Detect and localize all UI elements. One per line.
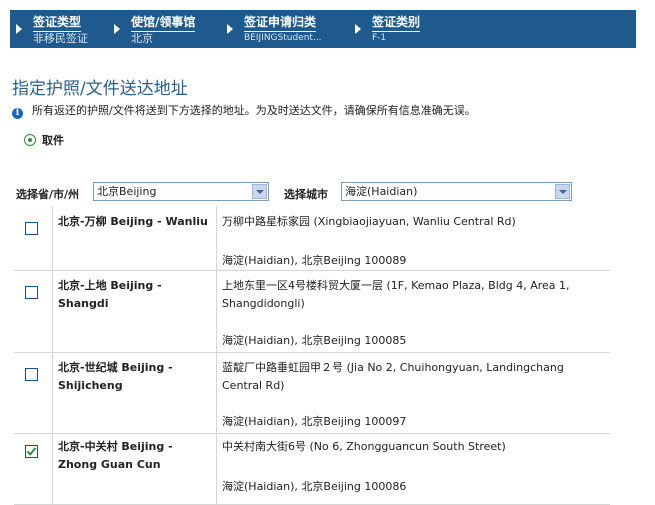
chevron-down-icon[interactable] [252,184,267,199]
location-city: 海淀(Haidian), 北京Beijing 100089 [222,254,407,267]
arrow-icon [355,24,361,34]
info-message: i 所有返还的护照/文件将送到下方选择的地址。为及时送达文件，请确保所有信息准确无… [12,102,476,119]
pickup-radio[interactable] [24,134,36,146]
location-row: 北京-万柳 Beijing - Wanliu 万柳中路星标家园 (Xingbia… [14,206,610,271]
province-select[interactable]: 北京Beijing [93,182,269,201]
location-row: 北京-中关村 Beijing - Zhong Guan Cun 中关村南大街6号… [14,434,610,505]
location-city: 海淀(Haidian), 北京Beijing 100086 [222,480,407,493]
step-title: 签证类别 [372,13,421,32]
pickup-option[interactable]: 取件 [24,132,64,148]
location-address: 蓝靛厂中路垂虹园甲２号 (Jia No 2, Chuihongyuan, Lan… [222,361,564,392]
location-checkbox[interactable] [25,368,38,381]
location-row: 北京-上地 Beijing - Shangdi 上地东里一区4号楼科贸大厦一层 … [14,271,610,353]
location-address: 万柳中路星标家园 (Xingbiaojiayuan, Wanliu Centra… [222,215,516,228]
location-checkbox[interactable] [25,286,38,299]
step-title: 签证申请归类 [244,13,317,32]
arrow-icon [16,24,22,34]
pickup-label: 取件 [42,134,64,147]
step-value: BEIJINGStudent... [244,33,322,43]
step-value: 非移民签证 [33,32,88,45]
location-name: 北京-世纪城 Beijing - Shijicheng [58,361,173,392]
page-title: 指定护照/文件送达地址 [12,79,188,99]
chevron-down-icon[interactable] [555,184,570,199]
city-label: 选择城市 [284,188,328,201]
location-address: 中关村南大街6号 (No 6, Zhongguancun South Stree… [222,440,506,453]
info-icon: i [12,108,23,119]
location-checkbox[interactable] [25,222,38,235]
location-name: 北京-中关村 Beijing - Zhong Guan Cun [58,440,173,471]
province-label: 选择省/市/州 [16,188,80,201]
location-name: 北京-万柳 Beijing - Wanliu [58,215,208,228]
location-city: 海淀(Haidian), 北京Beijing 100085 [222,334,407,347]
city-select[interactable]: 海淀(Haidian) [341,182,572,201]
province-value: 北京Beijing [97,185,157,198]
location-row: 北京-世纪城 Beijing - Shijicheng 蓝靛厂中路垂虹园甲２号 … [14,353,610,434]
location-city: 海淀(Haidian), 北京Beijing 100097 [222,415,407,428]
step-value: F-1 [372,33,387,43]
step-value: 北京 [131,32,153,45]
arrow-icon [227,24,233,34]
info-text: 所有返还的护照/文件将送到下方选择的地址。为及时送达文件，请确保所有信息准确无误… [32,104,476,117]
city-value: 海淀(Haidian) [345,185,418,198]
location-checkbox-checked[interactable] [25,445,38,458]
arrow-icon [114,24,120,34]
progress-header: 签证类型 非移民签证 使馆/领事馆 北京 签证申请归类 BEIJINGStude… [10,10,636,48]
location-address: 上地东里一区4号楼科贸大厦一层 (1F, Kemao Plaza, Bldg 4… [222,279,570,310]
location-name: 北京-上地 Beijing - Shangdi [58,279,162,310]
